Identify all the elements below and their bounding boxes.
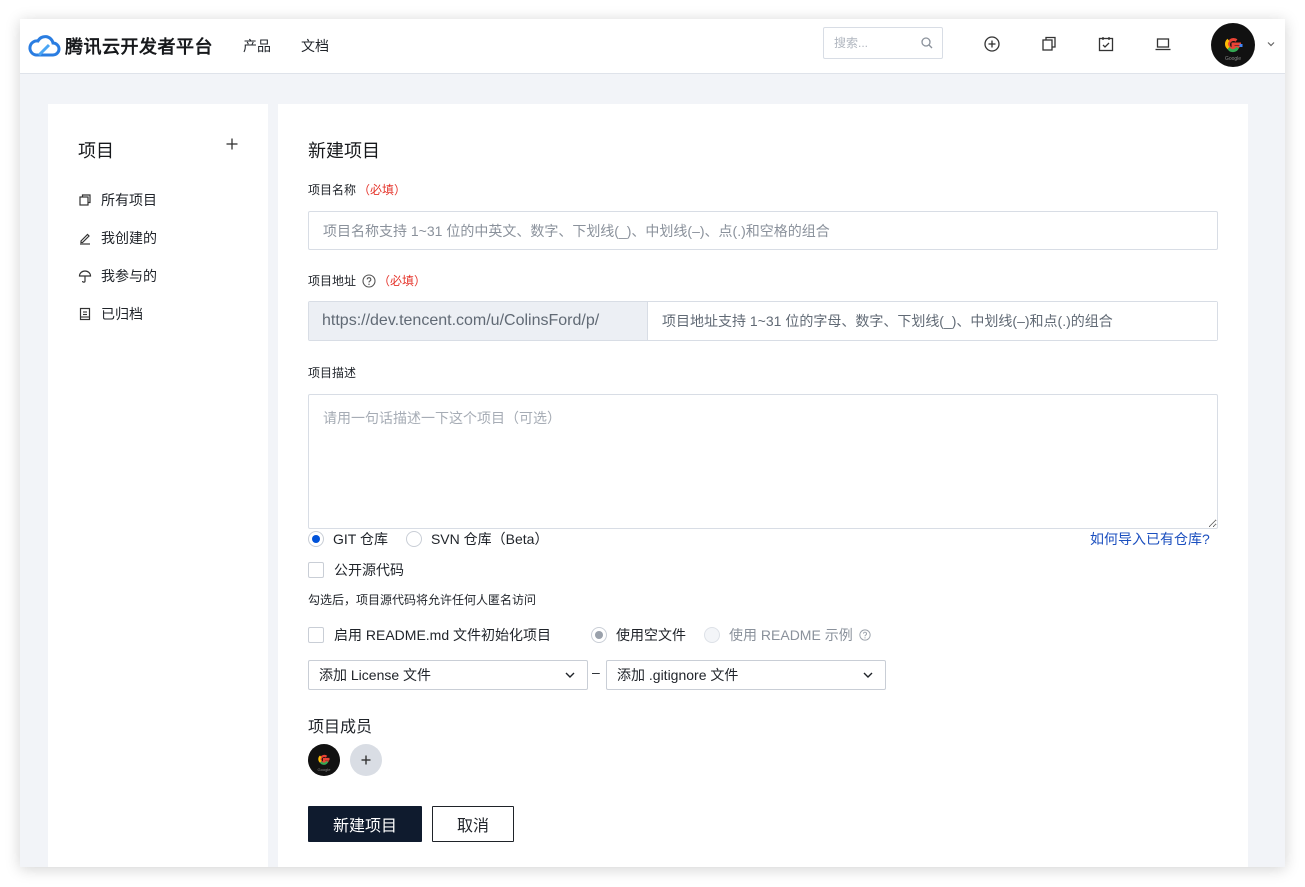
participate-icon — [78, 270, 92, 283]
page-title: 新建项目 — [308, 141, 380, 161]
edit-icon — [80, 233, 90, 245]
calendar-check-icon[interactable] — [1097, 35, 1115, 53]
new-project-form: 新建项目 项目名称 （必填） 项目地址 （必填） https://dev.ten… — [278, 104, 1248, 867]
nav-docs[interactable]: 文档 — [301, 36, 329, 56]
readme-example-label: 使用 README 示例 — [729, 627, 853, 643]
nav-products[interactable]: 产品 — [243, 36, 271, 56]
public-source-checkbox[interactable] — [308, 562, 324, 578]
readme-row: 启用 README.md 文件初始化项目 使用空文件 使用 README 示例 — [308, 624, 871, 646]
project-url-group: https://dev.tencent.com/u/ColinsFord/p/ — [308, 301, 1218, 341]
select-separator: – — [592, 664, 600, 680]
project-url-label: 项目地址 （必填） — [308, 272, 426, 289]
git-repo-label[interactable]: GIT 仓库 — [333, 529, 388, 549]
sidebar-item-participated[interactable]: 我参与的 — [78, 264, 157, 288]
empty-file-label[interactable]: 使用空文件 — [616, 625, 686, 645]
sidebar-item-label: 我创建的 — [101, 230, 157, 246]
readme-example-radio[interactable] — [704, 627, 721, 643]
license-select[interactable]: 添加 License 文件 — [308, 660, 588, 690]
member-avatar[interactable]: Google — [308, 744, 340, 776]
sidebar: 项目 所有项目 我创建的 我参与的 已归档 — [48, 104, 268, 867]
add-project-icon[interactable] — [225, 137, 239, 151]
cloud-logo-icon — [28, 35, 61, 57]
required-mark: （必填） — [378, 274, 427, 288]
project-url-label-text: 项目地址 — [308, 274, 357, 288]
chevron-down-icon[interactable] — [1266, 39, 1276, 49]
archive-icon — [79, 307, 91, 321]
project-description-input[interactable] — [308, 394, 1218, 529]
sidebar-title: 项目 — [78, 141, 114, 161]
help-icon[interactable] — [362, 273, 376, 288]
readme-label[interactable]: 启用 README.md 文件初始化项目 — [334, 625, 551, 645]
create-project-button[interactable]: 新建项目 — [308, 806, 422, 842]
search-box — [823, 27, 943, 59]
gitignore-select-value: 添加 .gitignore 文件 — [617, 667, 739, 683]
google-logo-icon: Google — [318, 754, 332, 772]
project-name-input[interactable] — [308, 211, 1218, 250]
app-window: 腾讯云开发者平台 产品 文档 搜索... Google 项目 所有项目 我创建的… — [20, 19, 1285, 867]
projects-icon — [79, 194, 91, 206]
sidebar-item-all-projects[interactable]: 所有项目 — [78, 188, 157, 212]
sidebar-item-label: 我参与的 — [101, 268, 157, 284]
svn-repo-radio[interactable] — [405, 531, 422, 547]
sidebar-item-created[interactable]: 我创建的 — [78, 226, 157, 250]
plus-circle-icon[interactable] — [983, 35, 1001, 53]
import-repo-link[interactable]: 如何导入已有仓库? — [1090, 529, 1210, 549]
avatar-caption: Google — [1225, 56, 1241, 62]
project-name-label-text: 项目名称 — [308, 183, 357, 197]
laptop-icon[interactable] — [1154, 35, 1172, 53]
brand[interactable]: 腾讯云开发者平台 — [27, 33, 213, 59]
search-icon[interactable] — [920, 36, 934, 50]
gitignore-select[interactable]: 添加 .gitignore 文件 — [606, 660, 886, 690]
plus-icon — [361, 755, 371, 765]
google-logo-icon: Google — [1225, 38, 1243, 62]
license-select-value: 添加 License 文件 — [319, 667, 432, 683]
public-source-label[interactable]: 公开源代码 — [334, 560, 404, 580]
git-repo-radio[interactable] — [308, 531, 324, 547]
readme-checkbox[interactable] — [308, 627, 324, 643]
brand-name: 腾讯云开发者平台 — [65, 37, 213, 57]
required-mark: （必填） — [358, 183, 407, 197]
copy-icon[interactable] — [1040, 35, 1058, 53]
member-avatar-caption: Google — [318, 767, 332, 772]
sidebar-item-archived[interactable]: 已归档 — [78, 302, 143, 326]
members-title: 项目成员 — [308, 719, 373, 736]
top-bar: 腾讯云开发者平台 产品 文档 搜索... Google — [20, 19, 1285, 74]
chevron-down-icon — [863, 672, 873, 678]
project-url-input[interactable] — [648, 302, 1217, 340]
cancel-button[interactable]: 取消 — [432, 806, 514, 842]
public-source-hint: 勾选后，项目源代码将允许任何人匿名访问 — [308, 593, 537, 607]
chevron-down-icon — [565, 672, 575, 678]
svn-repo-label[interactable]: SVN 仓库（Beta） — [431, 529, 548, 549]
sidebar-item-label: 已归档 — [101, 306, 143, 322]
user-avatar[interactable]: Google — [1211, 23, 1255, 67]
public-source-row: 公开源代码 — [308, 560, 404, 580]
add-member-button[interactable] — [350, 744, 382, 776]
project-name-label: 项目名称 （必填） — [308, 181, 406, 198]
sidebar-item-label: 所有项目 — [101, 192, 157, 208]
empty-file-radio[interactable] — [591, 627, 608, 643]
url-prefix: https://dev.tencent.com/u/ColinsFord/p/ — [309, 302, 648, 340]
project-description-label: 项目描述 — [308, 366, 357, 380]
repo-type-group: GIT 仓库 SVN 仓库（Beta） — [308, 529, 566, 549]
search-input[interactable] — [834, 36, 914, 50]
help-icon[interactable] — [859, 629, 871, 641]
